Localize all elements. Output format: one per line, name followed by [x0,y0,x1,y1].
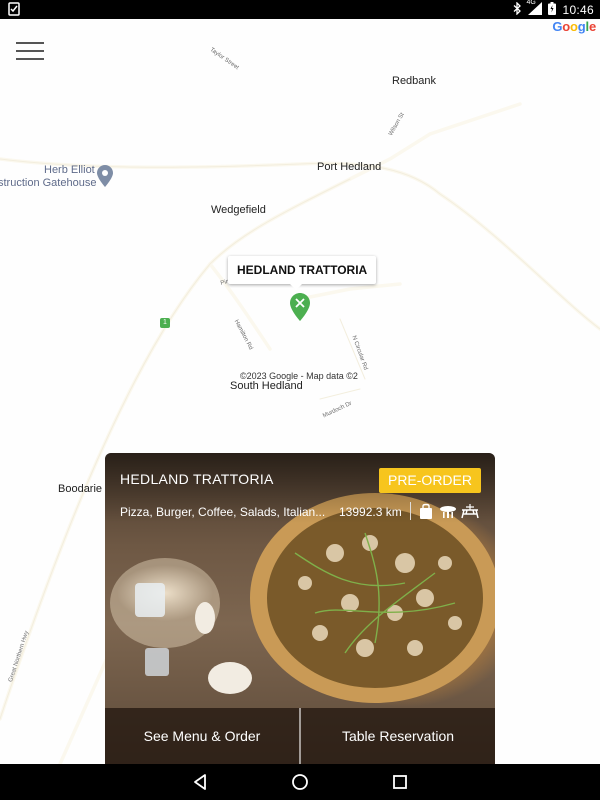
place-label: struction Gatehouse [0,177,97,189]
preorder-button[interactable]: PRE-ORDER [379,468,481,493]
battery-icon [548,1,557,18]
place-label: Port Hedland [317,161,382,173]
place-label: Herb Elliot [44,164,95,176]
takeaway-bag-icon [417,502,435,520]
place-label: South Hedland [230,380,303,392]
distance: 13992.3 km [339,505,402,519]
hamburger-menu-button[interactable] [16,40,46,62]
signal-icon: 4G [526,0,543,18]
map-copyright: ©2023 Google - Map data ©2 [240,371,358,381]
place-label: Redbank [392,75,437,87]
service-icons [417,502,479,520]
marker-callout[interactable]: HEDLAND TRATTORIA [228,256,377,290]
see-menu-button[interactable]: See Menu & Order [105,708,299,764]
home-icon[interactable] [290,772,310,792]
dine-in-icon [439,502,457,520]
place-label: Wedgefield [211,204,266,216]
place-label: Boodarie [58,483,103,495]
divider [410,502,411,520]
status-bar: 4G 10:46 [0,0,600,19]
back-icon[interactable] [190,772,210,792]
clipboard-check-icon [8,2,20,16]
bluetooth-icon [513,0,522,18]
table-reservation-button[interactable]: Table Reservation [301,708,495,764]
restaurant-name[interactable]: HEDLAND TRATTORIA [120,471,274,487]
status-time: 10:46 [562,2,594,17]
outdoor-seating-icon [461,502,479,520]
location-pin-icon[interactable] [97,165,113,192]
card-actions: See Menu & Order Table Reservation [105,708,495,764]
google-logo: Google [552,19,596,34]
route-badge: 1 [160,318,170,328]
network-type: 4G [526,0,536,6]
recents-icon[interactable] [390,772,410,792]
cuisine-list: Pizza, Burger, Coffee, Salads, Italian..… [120,505,326,519]
navigation-bar [0,764,600,800]
restaurant-card[interactable]: HEDLAND TRATTORIA PRE-ORDER Pizza, Burge… [105,453,495,764]
restaurant-marker-icon[interactable] [290,293,310,321]
